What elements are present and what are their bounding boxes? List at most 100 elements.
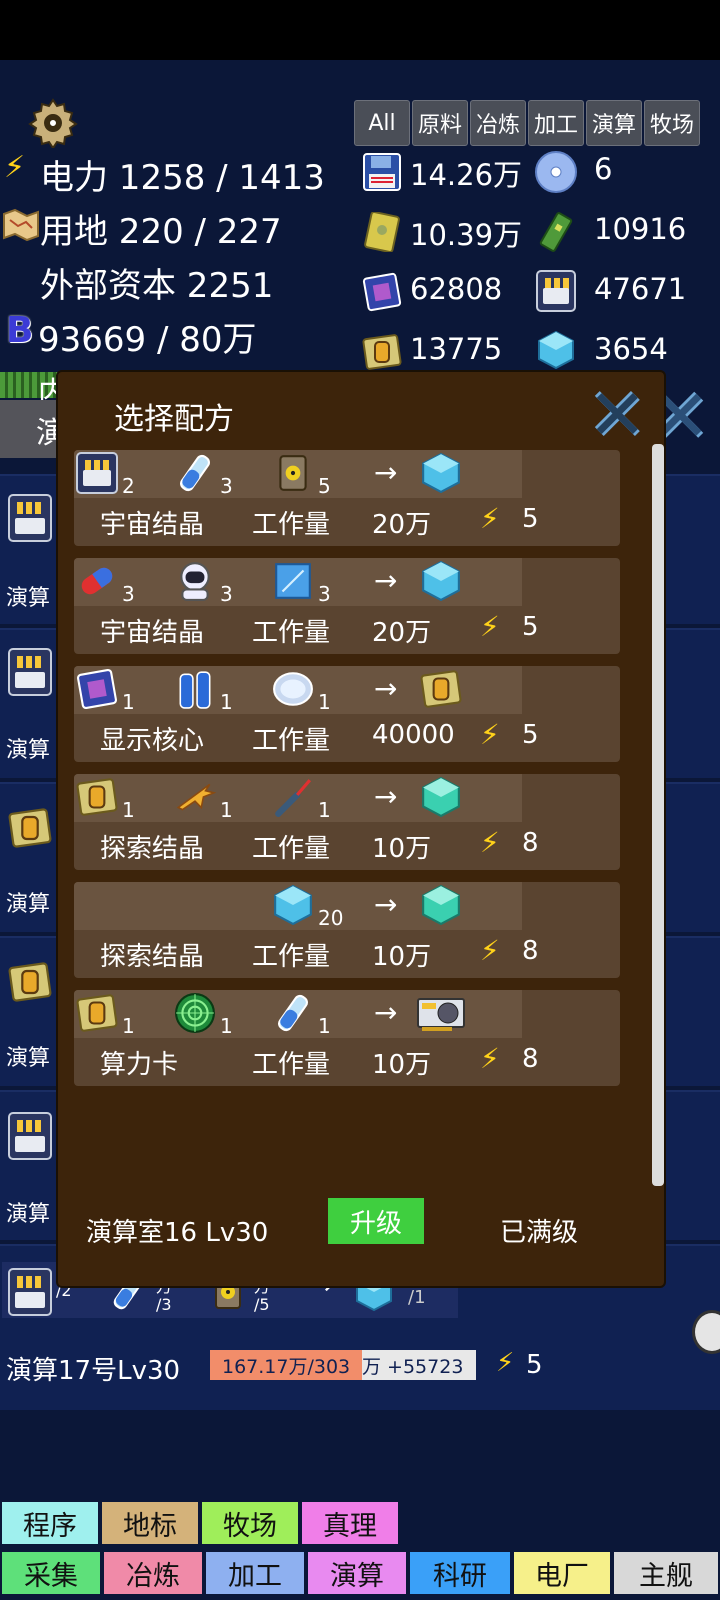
power-value: 8: [522, 828, 539, 858]
tab-power-plant[interactable]: 电厂: [512, 1550, 612, 1596]
floppy-disk-icon: [8, 1112, 52, 1160]
resource-disc-count: 6: [594, 152, 613, 186]
recipe-item[interactable]: 1 1 1 → 显示核心 工作量 40000 ⚡ 5: [74, 666, 620, 762]
map-icon: [3, 208, 39, 242]
cd-disc-icon: [535, 151, 577, 193]
recipe-name: 探索结晶: [100, 834, 205, 864]
power-bolt-icon: ⚡: [4, 150, 26, 185]
recipe-item[interactable]: 2 3 5 → 宇宙结晶 工作量 20万 ⚡ 5: [74, 450, 620, 546]
tab-truth[interactable]: 真理: [300, 1500, 400, 1546]
tab-compute[interactable]: 演算: [306, 1550, 408, 1596]
floppy-disk-icon: [8, 494, 52, 542]
workload-value: 20万: [372, 618, 432, 648]
tab-research[interactable]: 科研: [408, 1550, 512, 1596]
power-value: 5: [522, 612, 539, 642]
circuit-board-icon: [539, 212, 573, 252]
cpu-chip-icon: [362, 272, 402, 312]
glass-panel-icon: [275, 563, 311, 599]
tab-mothership[interactable]: 主舰: [612, 1550, 720, 1596]
recipe-item[interactable]: 1 1 1 → 探索结晶 工作量 10万 ⚡ 8: [74, 774, 620, 870]
input-qty: 3: [220, 582, 233, 606]
recipe-name: 算力卡: [100, 1050, 179, 1080]
upgrade-button[interactable]: 升级: [328, 1198, 424, 1244]
arrow-icon: →: [374, 996, 398, 1029]
arrow-icon: →: [374, 888, 398, 921]
jet-icon: [176, 783, 216, 811]
water-bottles-icon: [179, 671, 211, 709]
resource-floppy-count: 14.26万: [410, 158, 523, 192]
input-qty: 1: [122, 798, 135, 822]
laser-pen-icon: [275, 779, 311, 817]
workload-value: 40000: [372, 720, 455, 750]
land-stat: 用地 220 / 227: [40, 212, 282, 252]
workload-label: 工作量: [252, 942, 331, 972]
exploration-crystal-icon: [422, 776, 460, 818]
workload-value: 10万: [372, 1050, 432, 1080]
power-bolt-icon: ⚡: [480, 934, 500, 967]
arrow-icon: →: [374, 564, 398, 597]
workload-label: 工作量: [252, 726, 331, 756]
filter-tab-smelt[interactable]: 冶炼: [470, 100, 526, 146]
power-bolt-icon: ⚡: [480, 610, 500, 643]
filter-tab-ranch[interactable]: 牧场: [644, 100, 700, 146]
arrow-icon: →: [374, 780, 398, 813]
workload-label: 工作量: [252, 618, 331, 648]
tab-gather[interactable]: 采集: [0, 1550, 102, 1596]
recipe-item[interactable]: 20 → 探索结晶 工作量 10万 ⚡ 8: [74, 882, 620, 978]
input-qty: 1: [318, 1014, 331, 1038]
recipe-name: 宇宙结晶: [100, 618, 205, 648]
arrow-icon: →: [374, 672, 398, 705]
input-qty: 1: [220, 1014, 233, 1038]
pill-icon: [81, 567, 113, 595]
power-value: 5: [522, 504, 539, 534]
recipe-select-modal: 选择配方 ✕ 2 3 5 → 宇宙结晶 工作量 20万 ⚡ 5 3 3 3 → …: [56, 370, 666, 1288]
gear-icon[interactable]: [28, 98, 78, 148]
input-qty: 1: [122, 690, 135, 714]
astronaut-icon: [180, 562, 210, 601]
max-level-label: 已满级: [500, 1218, 579, 1248]
workload-value: 20万: [372, 510, 432, 540]
scrollbar[interactable]: [652, 444, 664, 1186]
bg-card-label: 演算: [6, 1046, 51, 1071]
radar-icon: [175, 993, 215, 1033]
radioactive-barrel-icon: [279, 455, 307, 491]
external-capital-stat: 外部资本 2251: [40, 266, 274, 306]
cosmic-crystal-icon: [274, 884, 312, 926]
modal-title: 选择配方: [114, 402, 234, 437]
room-level-label: 演算室16 Lv30: [86, 1218, 269, 1248]
close-icon[interactable]: ✕: [588, 380, 647, 450]
filter-tab-all[interactable]: All: [354, 100, 410, 146]
b-currency-stat: 93669 / 80万: [38, 320, 257, 360]
graphics-card-icon: [417, 998, 465, 1031]
recipe-item[interactable]: 1 1 1 → 算力卡 工作量 10万 ⚡ 8: [74, 990, 620, 1086]
vial-icon: [180, 454, 210, 492]
progress-fill: 167.17万/303: [210, 1350, 362, 1380]
tab-program[interactable]: 程序: [0, 1500, 100, 1546]
tab-landmark[interactable]: 地标: [100, 1500, 200, 1546]
floppy-disk-icon: [536, 270, 576, 312]
filter-tab-compute[interactable]: 演算: [586, 100, 642, 146]
power-stat: 电力 1258 / 1413: [40, 158, 325, 198]
tab-process[interactable]: 加工: [204, 1550, 306, 1596]
recipe-item[interactable]: 3 3 3 → 宇宙结晶 工作量 20万 ⚡ 5: [74, 558, 620, 654]
resource-board-count: 10916: [594, 212, 687, 246]
power-bolt-icon: ⚡: [480, 1042, 500, 1075]
cosmic-crystal-icon: [538, 330, 574, 370]
filter-tab-process[interactable]: 加工: [528, 100, 584, 146]
workload-label: 工作量: [252, 834, 331, 864]
display-core-icon: [362, 334, 402, 370]
floppy-disk-icon: [363, 153, 401, 191]
card17-progress-bar: 167.17万/303 万 +55723: [210, 1350, 476, 1380]
display-core-icon: [8, 808, 52, 848]
arrow-icon: →: [374, 456, 398, 489]
power-value: 5: [522, 720, 539, 750]
floppy-disk-icon: [8, 1268, 52, 1316]
exploration-crystal-icon: [422, 884, 460, 926]
filter-tab-raw[interactable]: 原料: [412, 100, 468, 146]
resource-notebook-count: 10.39万: [410, 218, 523, 252]
tab-smelt[interactable]: 冶炼: [102, 1550, 204, 1596]
lens-icon: [273, 672, 313, 706]
tab-ranch[interactable]: 牧场: [200, 1500, 300, 1546]
power-value: 8: [522, 936, 539, 966]
power-bolt-icon: ⚡: [480, 718, 500, 751]
